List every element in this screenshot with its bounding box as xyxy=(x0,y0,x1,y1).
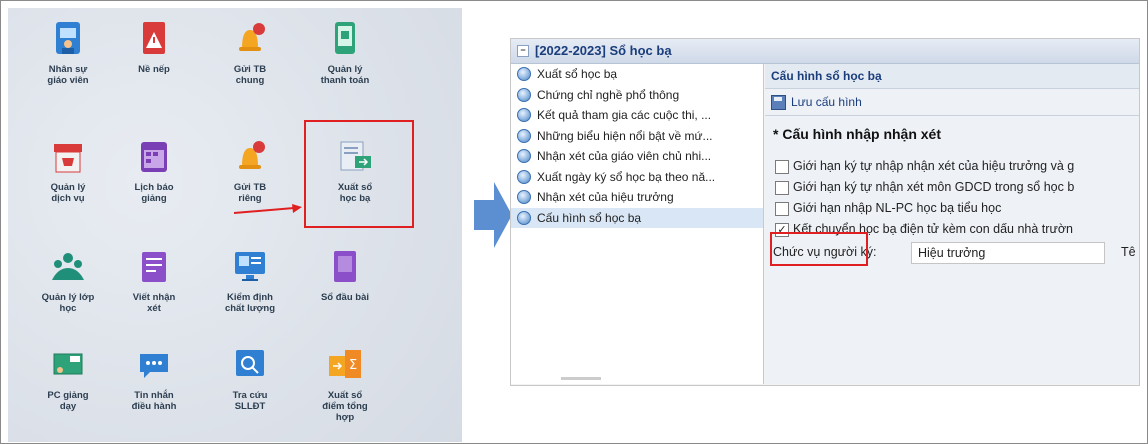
tile-label: Xuất sổ điểm tổng hợp xyxy=(322,390,368,423)
tile-class-management[interactable]: Quản lý lớp học xyxy=(23,248,113,314)
sum-export-icon: Σ xyxy=(325,346,365,384)
menu-item-report-card-config[interactable]: Cấu hình sổ học bạ xyxy=(511,207,763,228)
bell-icon xyxy=(230,138,270,176)
section-title: * Cấu hình nhập nhận xét xyxy=(773,126,942,142)
checkbox[interactable] xyxy=(775,202,789,216)
tile-label: Nhân sự giáo viên xyxy=(47,64,89,86)
tile-label: Tin nhắn điều hành xyxy=(131,390,177,412)
tile-label: Sổ đầu bài xyxy=(320,292,370,303)
tile-electronic-contact-book[interactable]: Tra cứu SLLĐT xyxy=(205,346,295,412)
tile-label: Gửi TB chung xyxy=(233,64,267,86)
tile-send-general-notice[interactable]: Gửi TB chung xyxy=(205,20,295,86)
checkbox[interactable] xyxy=(775,160,789,174)
tile-teaching-assignment[interactable]: PC giảng dạy xyxy=(23,346,113,412)
node-icon xyxy=(517,128,531,143)
tile-label: Tra cứu SLLĐT xyxy=(232,390,268,412)
tile-lesson-log[interactable]: Sổ đầu bài xyxy=(300,248,390,303)
red-pointer-arrow xyxy=(233,204,302,214)
class-group-icon xyxy=(48,248,88,286)
window-title: [2022-2023] Sổ học bạ xyxy=(535,43,672,58)
menu-item-label: Cấu hình sổ học bạ xyxy=(537,210,642,225)
config-panel-title: Cấu hình sổ học bạ xyxy=(765,64,1139,89)
blackboard-icon xyxy=(48,346,88,384)
save-label: Lưu cấu hình xyxy=(791,95,862,109)
option-gdcd-char-limit[interactable]: Giới hạn ký tự nhận xét môn GDCD trong s… xyxy=(765,177,1139,198)
write-comment-icon xyxy=(134,248,174,286)
collapse-icon[interactable]: − xyxy=(517,45,529,57)
menu-tree: Xuất sổ học bạ Chứng chỉ nghề phổ thông … xyxy=(511,64,764,384)
tile-teaching-schedule[interactable]: Lịch báo giảng xyxy=(109,138,199,204)
node-icon xyxy=(517,169,531,184)
transition-arrow xyxy=(474,182,512,248)
menu-item-vocational-certificate[interactable]: Chứng chỉ nghề phổ thông xyxy=(511,85,763,106)
menu-item-label: Nhận xét của hiệu trưởng xyxy=(537,190,674,204)
menu-item-competition-results[interactable]: Kết quả tham gia các cuộc thi, ... xyxy=(511,105,763,126)
tile-label: Nề nếp xyxy=(138,64,170,75)
tile-label: Viết nhận xét xyxy=(132,292,176,314)
tree-scrollbar[interactable] xyxy=(561,377,601,380)
menu-item-label: Chứng chỉ nghề phổ thông xyxy=(537,87,680,102)
node-icon xyxy=(517,149,531,163)
save-icon xyxy=(771,95,786,110)
option-label: Giới hạn ký tự nhập nhận xét của hiệu tr… xyxy=(793,159,1075,173)
tile-send-private-notice[interactable]: Gửi TB riêng xyxy=(205,138,295,204)
tile-label: Kiểm định chất lượng xyxy=(224,292,276,314)
tile-label: PC giảng dạy xyxy=(47,390,89,412)
checkbox[interactable] xyxy=(775,181,789,195)
menu-item-label: Kết quả tham gia các cuộc thi, ... xyxy=(537,108,712,122)
tile-teacher-staff[interactable]: Nhân sự giáo viên xyxy=(23,20,113,86)
monitor-icon xyxy=(230,248,270,286)
menu-item-label: Xuất ngày ký sổ học bạ theo nă... xyxy=(537,169,716,184)
search-monitor-icon xyxy=(230,346,270,384)
store-icon xyxy=(48,138,88,176)
bell-icon xyxy=(230,20,270,58)
signer-role-field[interactable]: Hiệu trưởng xyxy=(911,242,1105,264)
menu-item-homeroom-comments[interactable]: Nhận xét của giáo viên chủ nhi... xyxy=(511,146,763,167)
tile-quality-accreditation[interactable]: Kiểm định chất lượng xyxy=(205,248,295,314)
highlight-box-transfer-option xyxy=(770,232,868,266)
payment-phone-icon xyxy=(325,20,365,58)
tile-payment-management[interactable]: Quản lý thanh toán xyxy=(300,20,390,86)
signer-name-label: Tê xyxy=(1121,245,1136,259)
node-icon xyxy=(517,87,531,102)
highlight-box-export-report-card xyxy=(304,120,414,228)
node-icon xyxy=(517,190,531,204)
book-icon xyxy=(325,248,365,286)
save-config-button[interactable]: Lưu cấu hình xyxy=(765,89,1139,116)
tile-write-comment[interactable]: Viết nhận xét xyxy=(109,248,199,314)
warning-icon xyxy=(134,20,174,58)
menu-item-label: Những biểu hiện nổi bật về mứ... xyxy=(537,128,713,143)
option-nlpc-limit[interactable]: Giới hạn nhập NL-PC học bạ tiểu học xyxy=(765,198,1139,219)
tile-export-summary-grades[interactable]: Σ Xuất sổ điểm tổng hợp xyxy=(300,346,390,423)
app-grid-panel: Nhân sự giáo viên Nề nếp Gửi TB chung Qu… xyxy=(8,8,462,442)
calendar-icon xyxy=(134,138,174,176)
option-label: Giới hạn nhập NL-PC học bạ tiểu học xyxy=(793,201,1002,215)
menu-item-label: Xuất sổ học bạ xyxy=(537,67,618,81)
tile-label: Lịch báo giảng xyxy=(134,182,174,204)
tile-admin-messages[interactable]: Tin nhắn điều hành xyxy=(109,346,199,412)
tile-label: Gửi TB riêng xyxy=(233,182,267,204)
node-icon xyxy=(517,210,531,225)
teacher-icon xyxy=(48,20,88,58)
node-icon xyxy=(517,108,531,122)
option-principal-char-limit[interactable]: Giới hạn ký tự nhập nhận xét của hiệu tr… xyxy=(765,156,1139,177)
menu-item-export-report-card[interactable]: Xuất sổ học bạ xyxy=(511,64,763,85)
menu-item-principal-comments[interactable]: Nhận xét của hiệu trưởng xyxy=(511,187,763,208)
node-icon xyxy=(517,67,531,81)
tile-label: Quản lý dịch vụ xyxy=(50,182,86,204)
report-card-window: − [2022-2023] Sổ học bạ Xuất sổ học bạ C… xyxy=(510,38,1140,386)
config-panel: Cấu hình sổ học bạ Lưu cấu hình * Cấu hì… xyxy=(765,64,1139,384)
window-title-bar: − [2022-2023] Sổ học bạ xyxy=(511,39,1139,64)
tile-discipline[interactable]: Nề nếp xyxy=(109,20,199,75)
menu-item-outstanding-traits[interactable]: Những biểu hiện nổi bật về mứ... xyxy=(511,126,763,147)
svg-text:Σ: Σ xyxy=(349,358,357,373)
tile-service-management[interactable]: Quản lý dịch vụ xyxy=(23,138,113,204)
tile-label: Quản lý thanh toán xyxy=(320,64,370,86)
tile-label: Quản lý lớp học xyxy=(41,292,95,314)
chat-icon xyxy=(134,346,174,384)
menu-item-export-sign-date[interactable]: Xuất ngày ký sổ học bạ theo nă... xyxy=(511,167,763,188)
menu-item-label: Nhận xét của giáo viên chủ nhi... xyxy=(537,149,712,163)
option-label: Giới hạn ký tự nhận xét môn GDCD trong s… xyxy=(793,180,1075,194)
